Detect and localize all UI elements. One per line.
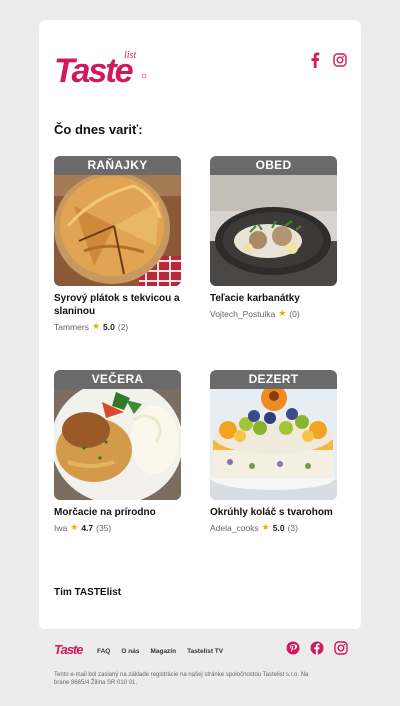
rating-count: (2) xyxy=(117,321,129,332)
recipe-author[interactable]: Tammers xyxy=(54,322,89,332)
cake-photo xyxy=(210,370,337,500)
recipe-title[interactable]: Okrúhly koláč s tvarohom xyxy=(210,506,337,519)
recipe-author[interactable]: Vojtech_Postulka xyxy=(210,309,275,319)
footer-note: Tento e-mail bol zaslaný na základe regi… xyxy=(54,672,309,686)
star-icon: ★ xyxy=(278,308,287,318)
recipe-rating: 5.0 xyxy=(272,522,285,533)
recipe-image[interactable]: RAŇAJKY xyxy=(54,156,181,286)
instagram-icon[interactable] xyxy=(334,641,348,655)
signature: Tím TASTElist xyxy=(54,587,122,598)
recipe-card-dinner[interactable]: VEČERA Morčacie na prírodno Iwa ★ 4.7 (3… xyxy=(54,370,181,533)
footer-logo-text: Taste xyxy=(54,642,83,657)
category-label: DEZERT xyxy=(210,370,337,389)
facebook-icon[interactable] xyxy=(309,52,321,68)
footer-logo[interactable]: Taste xyxy=(54,641,86,657)
section-heading: Čo dnes variť: xyxy=(54,122,143,137)
recipe-title[interactable]: Teľacie karbanátky xyxy=(210,292,337,305)
recipe-card-breakfast[interactable]: RAŇAJKY Syrový plátok s tekvicou a slani… xyxy=(54,156,181,332)
recipe-image[interactable]: VEČERA xyxy=(54,370,181,500)
pinterest-icon[interactable] xyxy=(286,641,300,655)
meatballs-photo xyxy=(210,156,337,286)
star-icon: ★ xyxy=(91,321,101,331)
rating-count: (35) xyxy=(96,522,112,533)
tastelist-logo[interactable]: Taste list xyxy=(54,48,150,88)
category-label: VEČERA xyxy=(54,370,181,389)
star-icon: ★ xyxy=(261,522,270,532)
footer-link-magazine[interactable]: Magazín xyxy=(150,648,176,655)
category-label: OBED xyxy=(210,156,337,175)
footer-link-faq[interactable]: FAQ xyxy=(97,648,110,655)
recipe-meta: Iwa ★ 4.7 (35) xyxy=(54,522,181,533)
star-icon: ★ xyxy=(70,522,79,532)
instagram-icon[interactable] xyxy=(333,53,347,67)
recipe-card-dessert[interactable]: DEZERT Okrúhly koláč s tvarohom Adela_co… xyxy=(210,370,337,533)
recipe-meta: Adela_cooks ★ 5.0 (3) xyxy=(210,522,337,533)
pastry-photo xyxy=(54,156,181,286)
recipe-meta: Tammers ★ 5.0 (2) xyxy=(54,321,181,332)
recipe-author[interactable]: Adela_cooks xyxy=(210,523,259,533)
category-label: RAŇAJKY xyxy=(54,156,181,175)
recipe-title[interactable]: Syrový plátok s tekvicou a slaninou xyxy=(54,292,181,318)
logo-sub-text: list xyxy=(124,50,136,61)
recipe-image[interactable]: OBED xyxy=(210,156,337,286)
footer-link-tv[interactable]: Tastelist TV xyxy=(187,648,223,655)
recipe-rating: 4.7 xyxy=(81,522,94,533)
rating-count: (3) xyxy=(287,522,298,533)
logo-main-text: Taste xyxy=(54,52,133,88)
recipe-card-lunch[interactable]: OBED Teľacie karbanátky Vojtech_Postulka… xyxy=(210,156,337,319)
turkey-photo xyxy=(54,370,181,500)
recipe-meta: Vojtech_Postulka ★ (0) xyxy=(210,308,337,319)
recipe-image[interactable]: DEZERT xyxy=(210,370,337,500)
footer-link-about[interactable]: O nás xyxy=(121,648,139,655)
rating-count: (0) xyxy=(289,308,300,319)
recipe-title[interactable]: Morčacie na prírodno xyxy=(54,506,181,519)
facebook-icon[interactable] xyxy=(310,641,324,655)
recipe-rating: 5.0 xyxy=(103,321,115,332)
recipe-author[interactable]: Iwa xyxy=(54,523,67,533)
footer-nav: FAQ O nás Magazín Tastelist TV xyxy=(97,648,223,655)
